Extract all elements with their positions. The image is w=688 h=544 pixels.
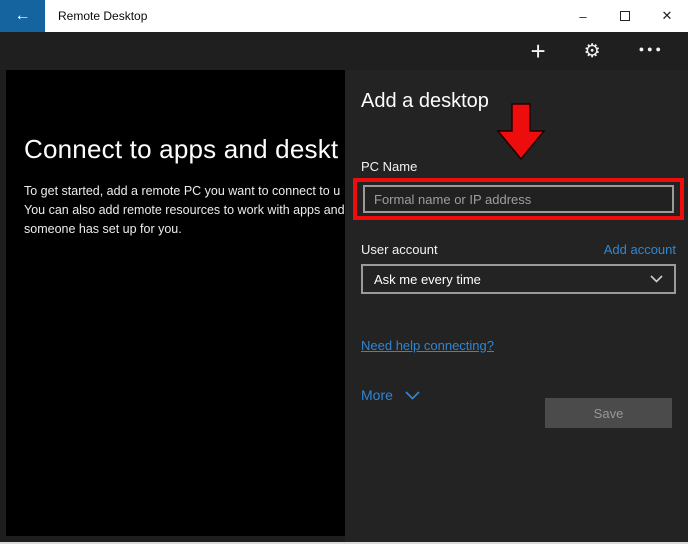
main-content: Connect to apps and deskt To get started… <box>6 70 345 536</box>
more-expander[interactable]: More <box>361 387 420 403</box>
intro-text: To get started, add a remote PC you want… <box>24 182 345 238</box>
user-account-row: User account Add account <box>361 242 676 257</box>
page-title: Connect to apps and deskt <box>24 134 339 164</box>
add-account-link[interactable]: Add account <box>604 242 676 257</box>
remote-desktop-window: { "window": { "title": "Remote Desktop",… <box>0 0 688 544</box>
window-controls: – ✕ <box>562 0 688 32</box>
intro-line: You can also add remote resources to wor… <box>24 202 345 217</box>
add-button[interactable]: + <box>530 38 545 64</box>
panel-title: Add a desktop <box>361 90 489 112</box>
save-button[interactable]: Save <box>545 398 672 428</box>
intro-line: someone has set up for you. <box>24 221 182 236</box>
chevron-down-icon <box>405 390 420 400</box>
need-help-link[interactable]: Need help connecting? <box>361 338 494 353</box>
pc-name-input[interactable] <box>363 185 674 213</box>
dropdown-selected-value: Ask me every time <box>374 271 481 287</box>
title-bar: ← Remote Desktop – ✕ <box>0 0 688 32</box>
more-ellipsis-icon[interactable]: ●●● <box>639 44 664 58</box>
back-button[interactable]: ← <box>0 0 45 32</box>
intro-line: To get started, add a remote PC you want… <box>24 184 341 198</box>
maximize-button[interactable] <box>604 0 646 32</box>
user-account-label: User account <box>361 242 438 257</box>
add-desktop-panel: Add a desktop PC Name User account Add a… <box>345 70 688 542</box>
close-button[interactable]: ✕ <box>646 0 688 32</box>
user-account-dropdown[interactable]: Ask me every time <box>361 264 676 294</box>
maximize-icon <box>620 11 630 21</box>
pc-name-label: PC Name <box>361 159 418 174</box>
minimize-button[interactable]: – <box>562 0 604 32</box>
settings-gear-icon[interactable]: ⚙ <box>584 42 601 61</box>
red-highlight-box <box>353 178 684 220</box>
minimize-icon: – <box>579 8 587 24</box>
close-icon: ✕ <box>661 8 673 23</box>
chevron-down-icon <box>650 275 663 283</box>
command-bar: + ⚙ ●●● <box>0 32 688 70</box>
back-arrow-icon: ← <box>14 7 31 24</box>
window-title: Remote Desktop <box>58 9 148 23</box>
more-label: More <box>361 387 393 403</box>
